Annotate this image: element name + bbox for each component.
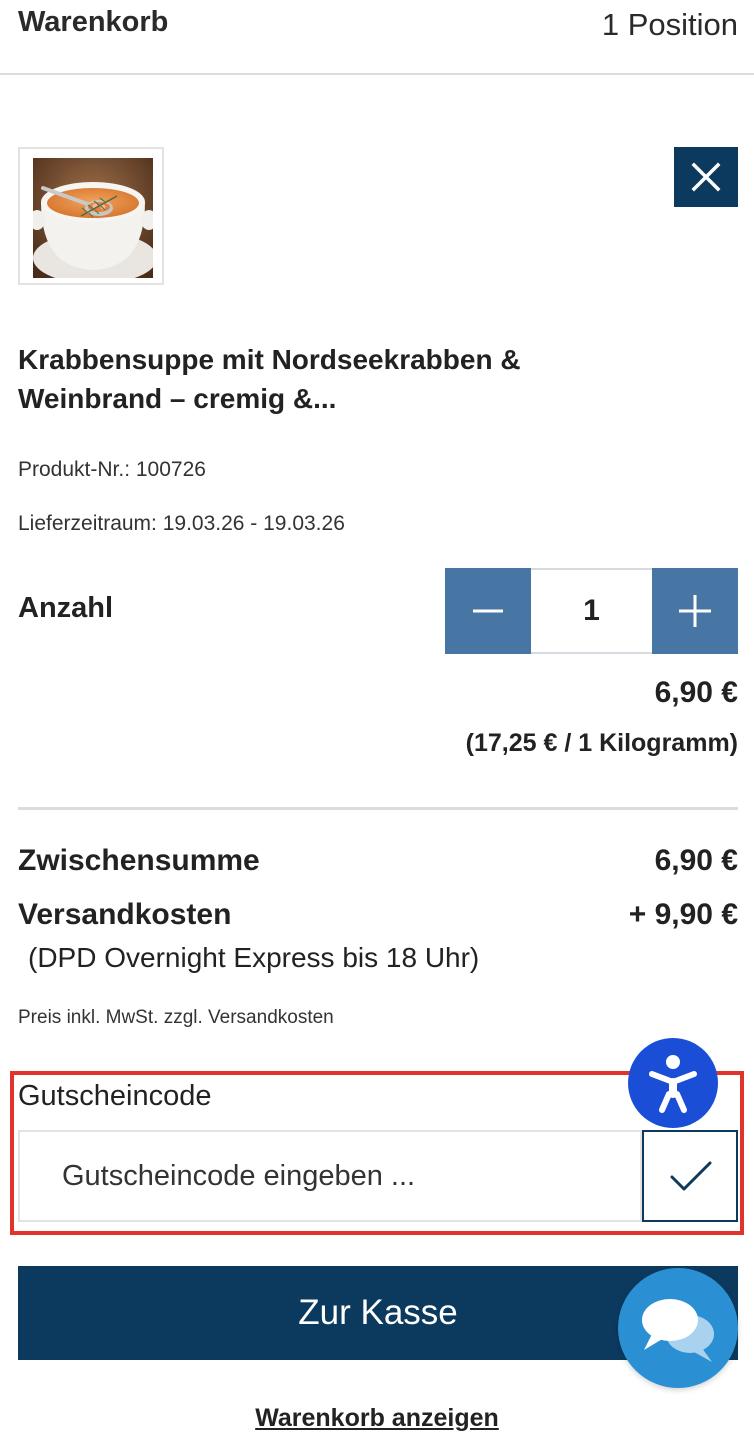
accessibility-button[interactable] (628, 1038, 718, 1128)
product-thumbnail[interactable] (18, 147, 164, 285)
accessibility-icon (649, 1055, 697, 1113)
product-name-line-1: Krabbensuppe mit Nordseekrabben & (18, 344, 521, 375)
quantity-label: Anzahl (18, 592, 114, 624)
voucher-input[interactable] (18, 1130, 642, 1222)
product-name[interactable]: Krabbensuppe mit Nordseekrabben & Weinbr… (18, 340, 658, 418)
plus-icon (679, 595, 711, 627)
view-cart-link[interactable]: Warenkorb anzeigen (0, 1404, 754, 1433)
quantity-increase-button[interactable] (652, 568, 738, 654)
shipping-label: Versandkosten (18, 898, 232, 931)
unit-price: (17,25 € / 1 Kilogramm) (465, 729, 738, 757)
subtotal-value: 6,90 € (654, 844, 738, 877)
quantity-input[interactable]: 1 (531, 568, 652, 654)
tax-note: Preis inkl. MwSt. zzgl. Versandkosten (18, 1007, 334, 1028)
chat-bubbles-icon (642, 1299, 714, 1362)
cart-item-count: 1 Position (601, 7, 738, 42)
chat-button[interactable] (618, 1268, 738, 1388)
voucher-apply-button[interactable] (642, 1130, 738, 1222)
voucher-label: Gutscheincode (18, 1080, 212, 1112)
shipping-value: + 9,90 € (628, 898, 738, 931)
item-price: 6,90 € (654, 676, 738, 709)
checkmark-icon (670, 1161, 712, 1191)
cart-title: Warenkorb (18, 6, 169, 38)
remove-item-button[interactable] (674, 147, 738, 207)
shipping-method: (DPD Overnight Express bis 18 Uhr) (28, 942, 480, 973)
quantity-decrease-button[interactable] (445, 568, 531, 654)
header-divider (0, 73, 754, 75)
product-number: Produkt-Nr.: 100726 (18, 458, 206, 481)
minus-icon (473, 609, 503, 613)
product-image (33, 158, 153, 278)
summary-divider (18, 807, 738, 810)
close-icon (691, 162, 721, 192)
subtotal-label: Zwischensumme (18, 844, 260, 877)
delivery-period: Lieferzeitraum: 19.03.26 - 19.03.26 (18, 512, 345, 535)
product-name-line-2: Weinbrand – cremig &... (18, 383, 337, 414)
